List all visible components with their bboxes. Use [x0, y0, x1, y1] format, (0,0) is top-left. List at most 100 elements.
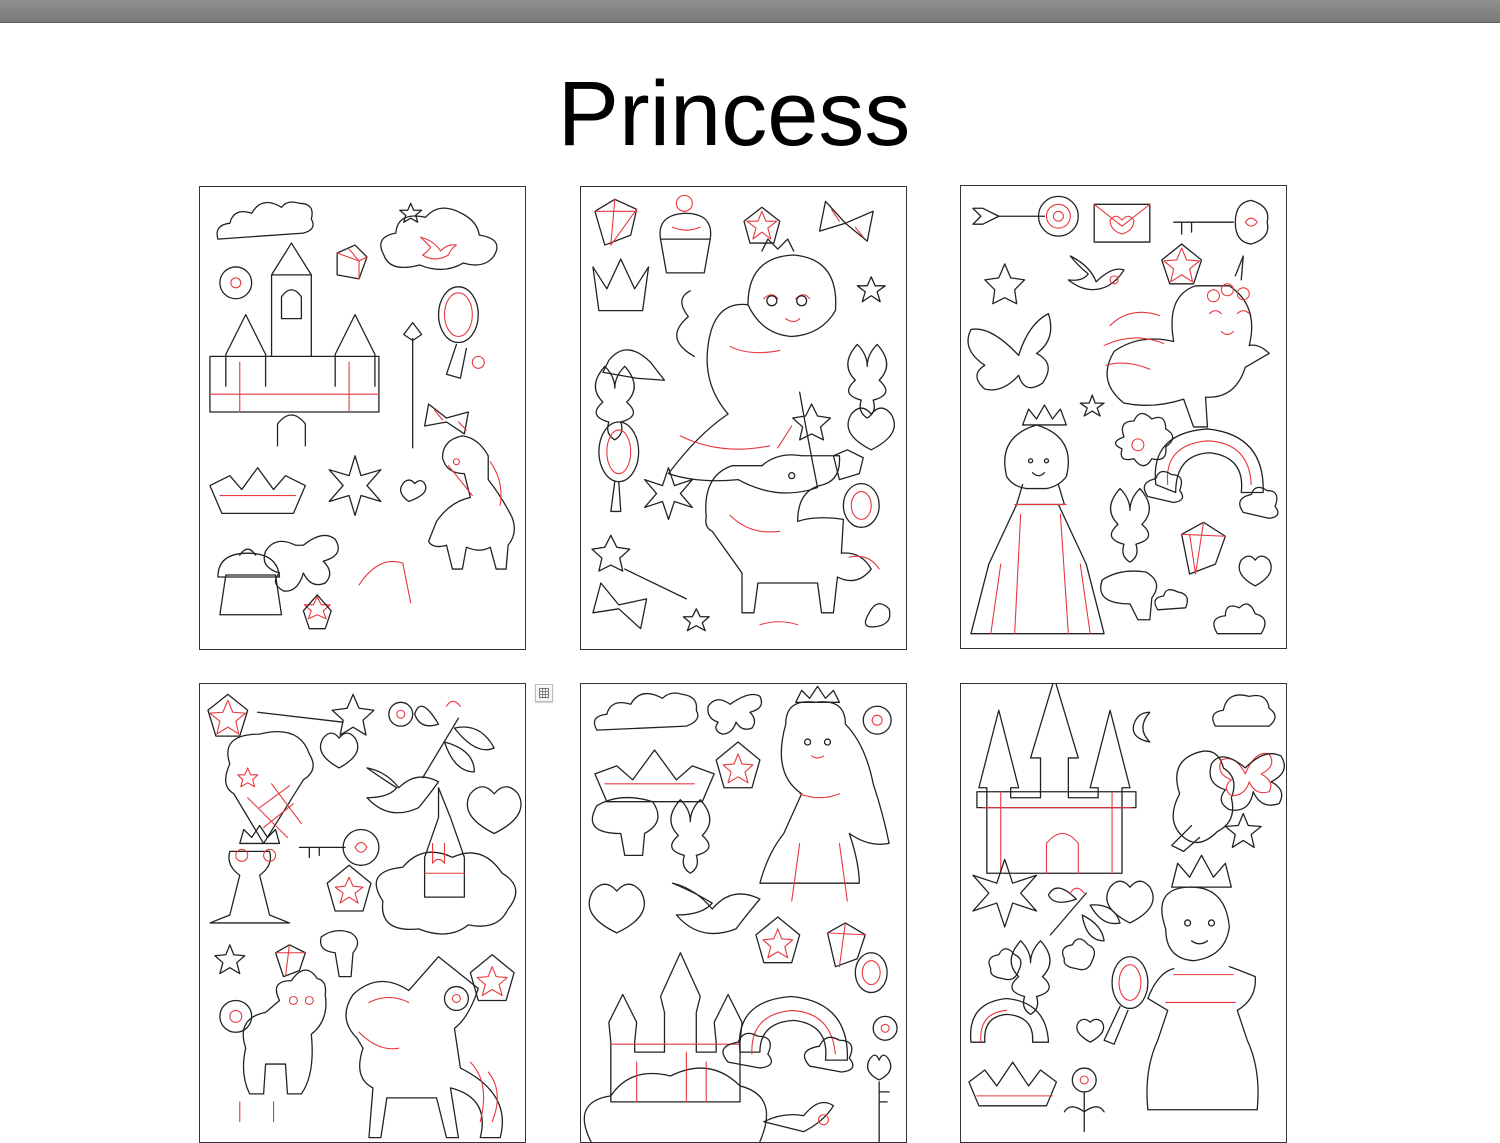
- rainbow-icon: [969, 997, 1050, 1043]
- bow-icon: [592, 582, 648, 630]
- bow-icon: [818, 200, 874, 242]
- sheet-frog-prince-drawing: [207, 693, 522, 1139]
- star-icon: [214, 944, 246, 975]
- star-icon: [476, 966, 508, 997]
- wand-icon: [256, 693, 375, 736]
- key-icon: [298, 828, 380, 866]
- mushroom-icon: [319, 929, 359, 978]
- bow-icon: [423, 403, 469, 435]
- rainbow-icon: [722, 995, 854, 1073]
- ring-icon: [842, 482, 880, 528]
- castle-icon: [976, 684, 1137, 874]
- mirror-icon: [1103, 956, 1149, 1045]
- star-icon: [762, 928, 794, 959]
- star-icon: [209, 699, 247, 735]
- star-icon: [1079, 394, 1105, 417]
- page-title: Princess: [557, 63, 911, 165]
- heart-icon: [1076, 1018, 1105, 1043]
- coloring-sheet-queen[interactable]: [960, 683, 1287, 1143]
- envelope-icon: [1093, 203, 1151, 243]
- unicorn-cat-icon: [1103, 255, 1270, 428]
- star-icon: [792, 403, 832, 441]
- heart-icon: [1238, 555, 1272, 587]
- coloring-sheet-fairy[interactable]: [580, 186, 907, 650]
- bird-icon: [1067, 255, 1125, 291]
- coloring-sheet-frog-prince[interactable]: [199, 683, 526, 1143]
- dragonfly-icon: [1047, 887, 1121, 942]
- gem-icon: [832, 449, 880, 528]
- flower-icon: [972, 858, 1038, 928]
- flower-icon: [219, 266, 253, 300]
- cloud-icon: [1154, 589, 1189, 611]
- ring-icon: [854, 952, 888, 994]
- coloring-sheet-princess-castle[interactable]: [580, 683, 907, 1143]
- sheet-princess-rainbow-drawing: [967, 195, 1279, 635]
- dragonfly-icon: [414, 700, 495, 779]
- tree-icon: [1171, 750, 1235, 853]
- star-icon: [984, 263, 1026, 305]
- star-icon: [303, 596, 331, 620]
- fleur-de-lis-icon: [670, 799, 711, 874]
- heart-icon: [319, 732, 359, 769]
- sheet-princess-castle-drawing: [583, 685, 898, 1142]
- heart-icon: [1106, 880, 1154, 924]
- sheet-castle-drawing: [209, 201, 515, 630]
- crown-icon: [209, 467, 306, 515]
- flower-icon: [862, 705, 892, 735]
- mirror-icon: [598, 421, 640, 513]
- sheet-queen-drawing: [968, 684, 1285, 1133]
- gem-icon: [826, 922, 888, 994]
- flower-icon: [1063, 1067, 1105, 1133]
- cupcake-icon: [217, 552, 283, 616]
- image-resize-handle[interactable]: [535, 684, 553, 702]
- castle-icon: [209, 242, 380, 447]
- crown-icon: [968, 1061, 1058, 1107]
- princess-icon: [759, 685, 890, 902]
- fleur-de-lis-icon: [1109, 487, 1150, 563]
- unicorn-icon: [358, 435, 515, 604]
- llama-icon: [239, 969, 327, 1123]
- mushroom-icon: [591, 796, 659, 857]
- heart-icon: [588, 883, 646, 934]
- bird-icon: [420, 236, 457, 260]
- queen-icon: [1146, 854, 1259, 1111]
- frog-icon: [209, 824, 291, 924]
- fleur-de-lis-icon: [594, 343, 888, 441]
- star-icon: [1163, 247, 1201, 283]
- rainbow-icon: [1143, 428, 1279, 520]
- star-icon: [722, 753, 754, 784]
- flower-icon: [328, 455, 382, 517]
- heart-icon: [466, 786, 522, 835]
- star-icon: [856, 276, 886, 303]
- cloud-icon: [1212, 694, 1276, 727]
- gem-icon: [1180, 521, 1227, 575]
- bird-icon: [671, 882, 761, 935]
- grid-icon: [539, 688, 549, 698]
- cupcake-icon: [659, 194, 712, 274]
- flower-icon: [1114, 412, 1174, 467]
- unicorn-icon: [345, 956, 504, 1139]
- flower-icon: [864, 603, 891, 628]
- ice-cream-icon: [225, 731, 314, 845]
- cloud-icon: [593, 692, 699, 731]
- mushroom-icon: [1100, 570, 1158, 621]
- flower-icon: [643, 467, 693, 521]
- window-top-bar: [0, 0, 1500, 23]
- flower-icon: [872, 1015, 898, 1041]
- flower-icon: [219, 999, 253, 1033]
- bird-icon: [366, 767, 440, 814]
- heart-icon: [399, 479, 427, 503]
- princess-icon: [970, 404, 1105, 635]
- gem-icon: [336, 244, 368, 280]
- coloring-sheet-castle[interactable]: [199, 186, 526, 650]
- star-icon: [682, 608, 710, 632]
- crown-icon: [592, 258, 650, 312]
- butterfly-icon: [967, 312, 1052, 391]
- coloring-sheet-princess-rainbow[interactable]: [960, 185, 1287, 649]
- flower-icon: [388, 701, 414, 727]
- flower-icon: [988, 948, 1022, 981]
- wand-icon: [403, 321, 423, 449]
- flower-icon: [443, 985, 469, 1012]
- cloud-icon: [380, 207, 498, 271]
- fleur-de-lis-icon: [1010, 940, 1051, 1016]
